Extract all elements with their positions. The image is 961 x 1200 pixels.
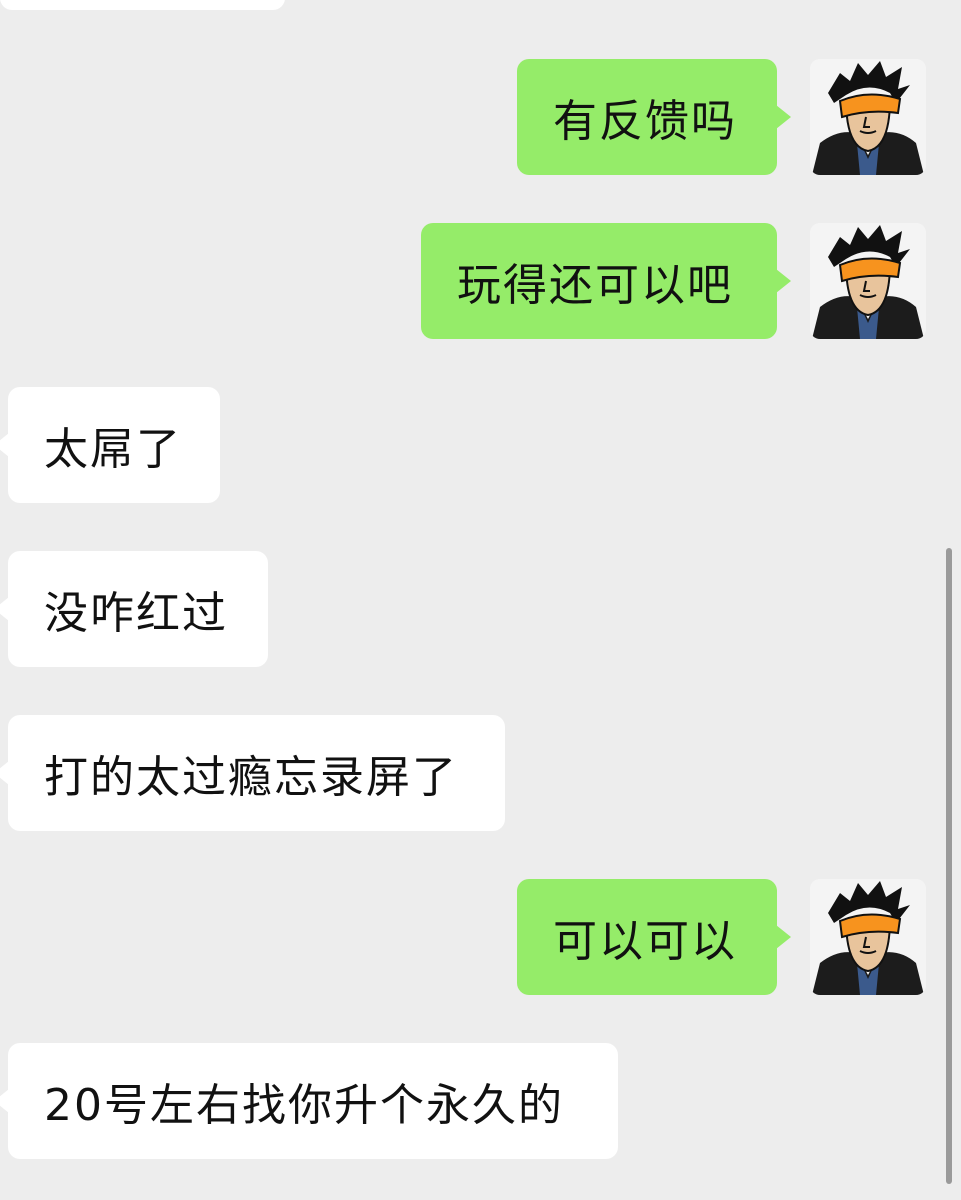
my-avatar[interactable] bbox=[810, 879, 926, 995]
message-text: 太屌了 bbox=[44, 424, 182, 475]
incoming-message-bubble[interactable]: 打的太过瘾忘录屏了 bbox=[0, 715, 505, 831]
message-text: 没咋红过 bbox=[44, 588, 228, 639]
my-avatar[interactable] bbox=[810, 59, 926, 175]
previous-message-bubble-partial bbox=[0, 0, 285, 10]
cartoon-avatar-icon bbox=[810, 59, 926, 175]
message-text: 20号左右找你升个永久的 bbox=[44, 1080, 564, 1131]
message-text: 有反馈吗 bbox=[553, 96, 737, 147]
my-avatar[interactable] bbox=[810, 223, 926, 339]
cartoon-avatar-icon bbox=[810, 879, 926, 995]
incoming-message-bubble[interactable]: 没咋红过 bbox=[0, 551, 268, 667]
chat-message-list[interactable]: 有反馈吗 玩得还可以吧 太屌了 没咋红过 打的太过瘾忘录屏了 可以可以 20号左… bbox=[0, 0, 961, 1200]
scrollbar[interactable] bbox=[946, 548, 952, 1184]
message-text: 玩得还可以吧 bbox=[457, 260, 733, 311]
message-text: 打的太过瘾忘录屏了 bbox=[44, 752, 458, 803]
message-text: 可以可以 bbox=[553, 916, 737, 967]
cartoon-avatar-icon bbox=[810, 223, 926, 339]
outgoing-message-bubble[interactable]: 玩得还可以吧 bbox=[421, 223, 791, 339]
outgoing-message-bubble[interactable]: 有反馈吗 bbox=[517, 59, 791, 175]
outgoing-message-bubble[interactable]: 可以可以 bbox=[517, 879, 791, 995]
incoming-message-bubble[interactable]: 太屌了 bbox=[0, 387, 220, 503]
incoming-message-bubble[interactable]: 20号左右找你升个永久的 bbox=[0, 1043, 618, 1159]
